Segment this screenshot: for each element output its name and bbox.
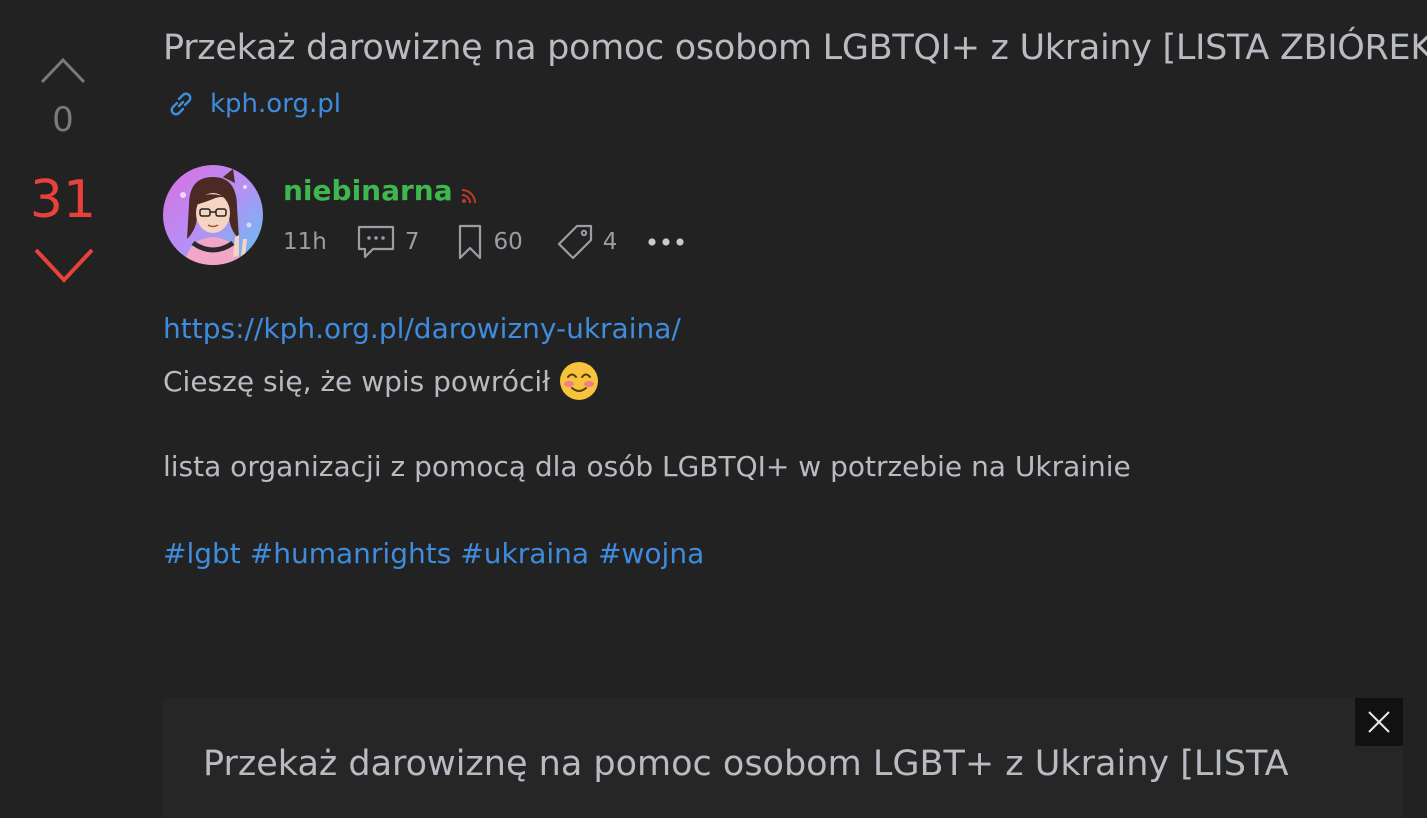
post-url-link[interactable]: https://kph.org.pl/darowizny-ukraina/ bbox=[163, 312, 1363, 345]
upvote-button[interactable] bbox=[40, 56, 86, 84]
rss-icon[interactable] bbox=[461, 188, 477, 204]
close-icon bbox=[1368, 711, 1390, 733]
post-text-line3: lista organizacji z pomocą dla osób LGBT… bbox=[163, 450, 1131, 483]
bookmark-icon bbox=[459, 224, 482, 260]
source-domain: kph.org.pl bbox=[210, 89, 341, 119]
avatar[interactable] bbox=[163, 165, 263, 265]
tag-icon bbox=[557, 224, 592, 260]
vote-column: 0 31 bbox=[0, 0, 126, 300]
hashtag-link[interactable]: #lgbt bbox=[163, 537, 241, 570]
saves-count: 60 bbox=[493, 229, 523, 255]
post-title[interactable]: Przekaż darowiznę na pomoc osobom LGBTQI… bbox=[163, 28, 1427, 68]
author-row: niebinarna bbox=[283, 174, 477, 207]
link-preview-card[interactable]: Przekaż darowiznę na pomoc osobom LGBT+ … bbox=[163, 698, 1403, 818]
comments-count: 7 bbox=[404, 229, 420, 255]
comments-button[interactable]: 7 bbox=[357, 224, 420, 260]
bookmark-button[interactable]: 60 bbox=[457, 224, 523, 260]
author-name[interactable]: niebinarna bbox=[283, 174, 453, 207]
downvote-count: 31 bbox=[29, 170, 97, 230]
close-button[interactable] bbox=[1355, 698, 1403, 746]
hashtag-list: #lgbt #humanrights #ukraina #wojna bbox=[163, 537, 1363, 570]
hashtag-link[interactable]: #wojna bbox=[598, 537, 704, 570]
comment-icon bbox=[357, 225, 394, 259]
upvote-count: 0 bbox=[52, 100, 74, 140]
post-time: 11h bbox=[283, 229, 327, 255]
hashtag-link[interactable]: #humanrights bbox=[250, 537, 452, 570]
source-link[interactable]: kph.org.pl bbox=[166, 86, 341, 122]
tags-count: 4 bbox=[602, 229, 618, 255]
more-icon bbox=[648, 238, 685, 246]
avatar-image bbox=[163, 165, 263, 265]
downvote-button[interactable] bbox=[33, 246, 95, 286]
post-text-line: Cieszę się, że wpis powrócił bbox=[163, 360, 1363, 402]
post-text-line2: Cieszę się, że wpis powrócił bbox=[163, 364, 551, 398]
link-icon bbox=[170, 92, 192, 116]
smiling-face-icon bbox=[560, 362, 599, 400]
post-meta: 11h 7 60 4 bbox=[283, 222, 687, 262]
hashtag-link[interactable]: #ukraina bbox=[460, 537, 589, 570]
preview-title[interactable]: Przekaż darowiznę na pomoc osobom LGBT+ … bbox=[203, 744, 1289, 784]
more-button[interactable] bbox=[647, 236, 687, 248]
tags-button[interactable]: 4 bbox=[557, 224, 618, 260]
